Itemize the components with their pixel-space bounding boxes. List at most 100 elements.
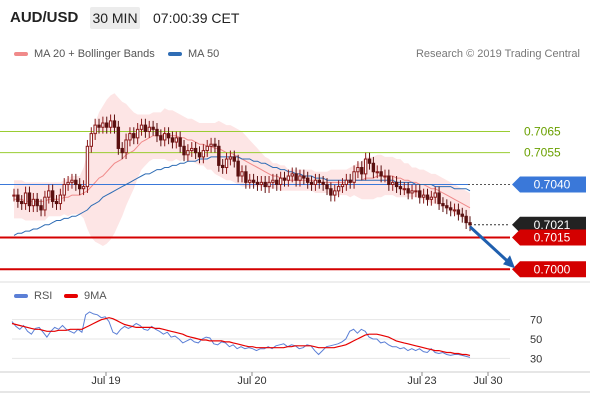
- candle-body: [31, 198, 36, 207]
- candle-body: [27, 192, 32, 207]
- candle-body: [464, 215, 468, 224]
- candle-body: [62, 183, 66, 196]
- ma9-swatch: [64, 294, 78, 298]
- candle-body: [282, 177, 287, 181]
- x-tick-label: Jul 20: [237, 375, 266, 387]
- candle-body: [205, 145, 209, 152]
- candle-body: [147, 126, 151, 132]
- candle-body: [255, 181, 260, 185]
- candle-body: [35, 198, 39, 207]
- candle-body: [20, 200, 24, 205]
- candle-body: [336, 186, 341, 192]
- candle-body: [47, 190, 51, 198]
- candle-body: [105, 122, 109, 128]
- candle-body: [391, 181, 395, 185]
- candle-body: [174, 137, 179, 143]
- candle-body: [217, 145, 221, 166]
- candle-body: [178, 137, 182, 147]
- rsi-legend: RSI 9MA: [0, 290, 300, 306]
- candle-body: [112, 120, 117, 128]
- candle-body: [23, 192, 28, 205]
- candle-body: [139, 124, 144, 130]
- level-label-0.7015: 0.7015: [534, 230, 571, 244]
- candle-body: [441, 203, 445, 207]
- candle-body: [406, 188, 410, 194]
- candle-body: [186, 150, 190, 156]
- candle-body: [193, 147, 198, 154]
- level-label-0.7040: 0.7040: [534, 177, 571, 191]
- candle-body: [155, 128, 159, 137]
- candle-body: [97, 124, 101, 128]
- candle-body: [452, 209, 457, 212]
- candle-body: [394, 181, 399, 188]
- candle-body: [321, 181, 325, 185]
- candle-body: [329, 188, 333, 196]
- candle-body: [379, 171, 383, 177]
- candle-body: [248, 179, 252, 183]
- candle-body: [267, 181, 271, 188]
- candle-body: [278, 177, 283, 185]
- candle-body: [151, 126, 155, 130]
- candle-body: [294, 173, 298, 181]
- candle-body: [456, 209, 461, 215]
- x-tick-label: Jul 19: [91, 375, 120, 387]
- candle-body: [448, 207, 453, 211]
- candle-body: [418, 190, 422, 198]
- rsi-panel: 70 50 30: [0, 301, 590, 365]
- candle-body: [460, 213, 464, 217]
- candle-body: [240, 171, 244, 177]
- rsi-tick-label: 50: [530, 334, 542, 346]
- x-tick-label: Jul 30: [473, 375, 502, 387]
- ma9-legend-label: 9MA: [84, 290, 107, 302]
- candle-body: [290, 173, 294, 177]
- candle-body: [414, 190, 418, 193]
- rsi-tick-label: 70: [530, 315, 542, 327]
- candle-body: [429, 196, 434, 200]
- candle-body: [66, 181, 70, 185]
- candle-body: [81, 186, 86, 190]
- rsi-series-9MA: [11, 317, 471, 356]
- candle-body: [124, 139, 128, 154]
- candle-body: [108, 120, 113, 128]
- candle-body: [116, 126, 121, 149]
- candle-body: [143, 124, 148, 132]
- candle-body: [128, 133, 132, 141]
- candle-body: [433, 192, 437, 198]
- candle-body: [89, 133, 93, 147]
- candle-body: [12, 194, 16, 197]
- candle-body: [224, 158, 229, 169]
- candle-body: [70, 179, 74, 183]
- candle-body: [163, 133, 167, 141]
- candle-body: [232, 156, 236, 162]
- x-axis: Jul 19 Jul 20 Jul 23 Jul 30: [0, 371, 590, 393]
- candle-body: [74, 179, 78, 185]
- candle-body: [340, 183, 345, 188]
- level-label-0.7000: 0.7000: [534, 262, 571, 276]
- candle-body: [43, 196, 47, 211]
- candle-body: [387, 175, 391, 185]
- candle-body: [302, 175, 306, 179]
- candle-body: [367, 158, 372, 164]
- x-tick-label: Jul 23: [407, 375, 436, 387]
- forecast-arrow-line: [468, 225, 514, 267]
- rsi-legend-label: RSI: [34, 290, 53, 302]
- candle-body: [325, 183, 329, 190]
- candle-body: [286, 175, 291, 181]
- price-panel: 0.70650.70550.70400.70210.70150.7000: [0, 93, 590, 283]
- candle-body: [170, 137, 175, 143]
- candle-body: [77, 183, 82, 190]
- chart-canvas: 0.70650.70550.70400.70210.70150.7000 705…: [0, 93, 590, 393]
- candle-body: [344, 179, 349, 185]
- candle-body: [402, 188, 407, 191]
- candle-body: [132, 133, 136, 139]
- candle-body: [363, 158, 368, 175]
- candle-body: [360, 167, 364, 175]
- candle-body: [317, 179, 321, 183]
- candle-body: [271, 179, 275, 183]
- candle-body: [305, 177, 310, 183]
- legend-9ma: 9MA: [64, 290, 107, 302]
- candle-body: [383, 175, 387, 178]
- candle-body: [275, 179, 279, 185]
- candle-body: [58, 194, 63, 205]
- candle-body: [437, 192, 441, 205]
